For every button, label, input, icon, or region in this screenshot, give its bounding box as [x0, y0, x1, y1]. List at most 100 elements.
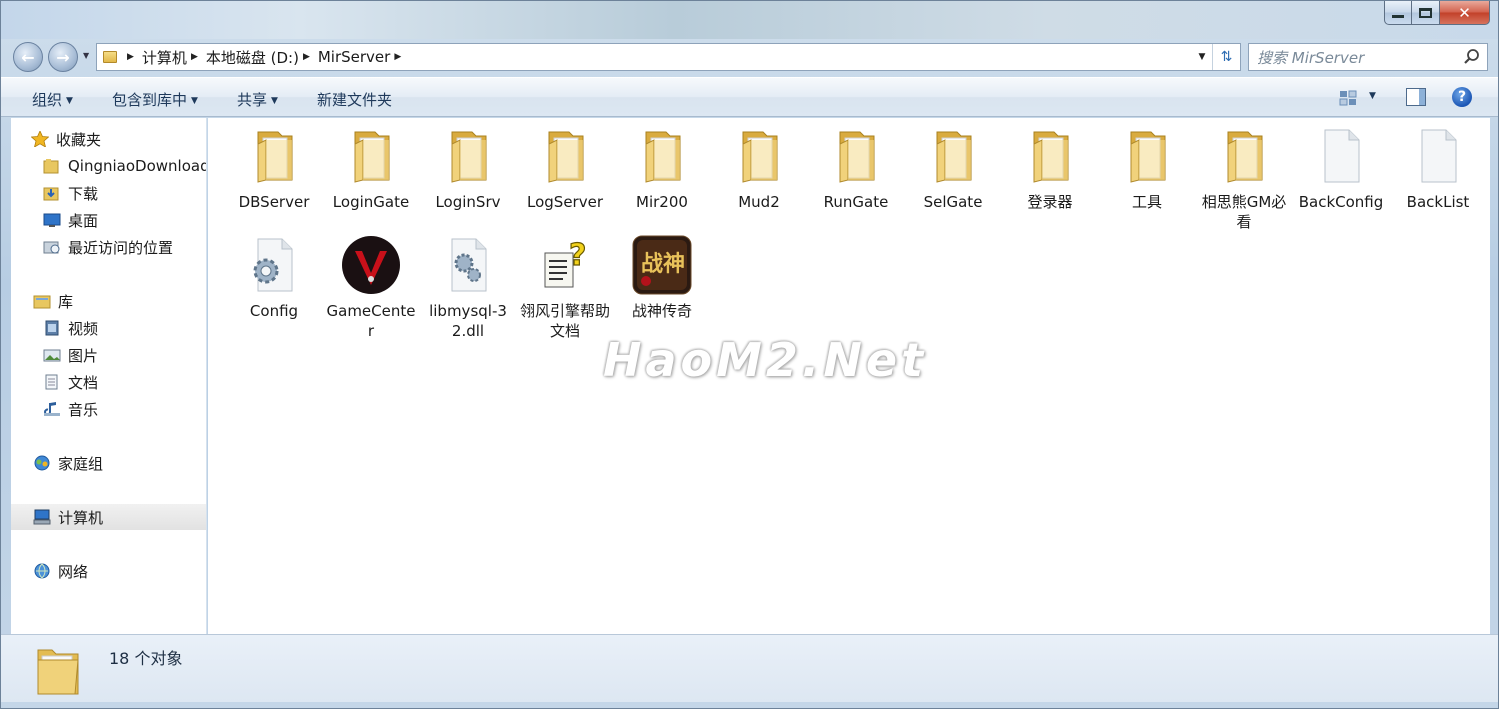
minimize-button[interactable] [1384, 1, 1412, 25]
chevron-down-icon: ▼ [191, 96, 198, 106]
folder-item[interactable]: Mir200 [617, 126, 707, 212]
help-icon: ? [1457, 89, 1467, 105]
dll-file-icon [438, 235, 498, 295]
refresh-button[interactable]: ⇅ [1212, 44, 1240, 70]
folder-item[interactable]: DBServer [229, 126, 319, 212]
network-icon [34, 563, 50, 579]
file-name-label: 登录器 [1027, 193, 1073, 211]
folder-icon [103, 51, 117, 63]
video-library-icon [45, 320, 59, 336]
nav-network[interactable]: 网络 [33, 558, 206, 584]
preview-pane-button[interactable] [1406, 88, 1426, 106]
homegroup-icon [34, 455, 50, 471]
nav-label: 图片 [68, 346, 99, 365]
file-name-label: RunGate [823, 193, 889, 211]
forward-button[interactable]: → [48, 42, 78, 72]
nav-pictures[interactable]: 图片 [43, 342, 206, 368]
folder-item[interactable]: 工具 [1102, 126, 1192, 212]
svg-text:?: ? [569, 238, 586, 273]
help-button[interactable]: ? [1452, 87, 1472, 107]
nav-qingniaodownload[interactable]: QingniaoDownload [43, 153, 206, 179]
nav-documents[interactable]: 文档 [43, 369, 206, 395]
folder-icon [43, 159, 59, 174]
view-options-dropdown[interactable]: ▼ [1369, 91, 1376, 101]
nav-label: 计算机 [58, 508, 104, 527]
maximize-button[interactable] [1412, 1, 1440, 25]
chevron-down-icon: ▼ [1198, 52, 1206, 62]
nav-homegroup[interactable]: 家庭组 [33, 450, 206, 476]
file-name-label: 翎风引擎帮助文档 [520, 302, 611, 340]
nav-videos[interactable]: 视频 [43, 315, 206, 341]
file-item[interactable]: BackList [1393, 126, 1483, 212]
details-pane: 18 个对象 [1, 634, 1498, 702]
folder-item[interactable]: SelGate [908, 126, 998, 212]
file-name-label: SelGate [923, 193, 983, 211]
include-in-library-menu[interactable]: 包含到库中 ▼ [112, 89, 198, 110]
view-options-icon[interactable] [1339, 89, 1357, 107]
title-bar[interactable]: ✕ [1, 1, 1498, 39]
file-name-label: LoginSrv [435, 193, 501, 211]
folder-icon [826, 126, 886, 186]
nav-downloads[interactable]: 下载 [43, 180, 206, 206]
arrow-right-icon: → [56, 47, 70, 67]
folder-item[interactable]: 相思熊GM必看 [1199, 126, 1289, 232]
nav-desktop[interactable]: 桌面 [43, 207, 206, 233]
computer-icon [33, 509, 51, 525]
file-name-label: BackConfig [1298, 193, 1384, 211]
search-input[interactable]: 搜索 MirServer [1257, 47, 1364, 68]
file-name-label: LoginGate [332, 193, 410, 211]
file-item[interactable]: BackConfig [1296, 126, 1386, 212]
file-item[interactable]: Config [229, 235, 319, 321]
file-item[interactable]: 战神 战神传奇 [617, 235, 707, 321]
address-bar[interactable]: ▶ 计算机 ▶ 本地磁盘 (D:) ▶ MirServer ▶ ▼ ⇅ [96, 43, 1241, 71]
nav-computer[interactable]: 计算机 [11, 504, 206, 530]
file-name-label: libmysql-32.dll [429, 302, 507, 340]
folder-item[interactable]: Mud2 [714, 126, 804, 212]
file-list[interactable]: DBServer LoginGate LoginSrv LogServer Mir200… [208, 118, 1490, 634]
chevron-right-icon[interactable]: ▶ [127, 52, 134, 62]
chevron-right-icon[interactable]: ▶ [191, 52, 198, 62]
minimize-icon [1392, 15, 1404, 18]
folder-icon [1214, 126, 1274, 186]
breadcrumb-mirserver[interactable]: MirServer [318, 48, 390, 66]
folder-item[interactable]: LoginGate [326, 126, 416, 212]
new-folder-label: 新建文件夹 [317, 91, 393, 109]
file-name-label: DBServer [238, 193, 310, 211]
pictures-library-icon [43, 349, 61, 362]
folder-icon [341, 126, 401, 186]
file-item[interactable]: libmysql-32.dll [423, 235, 513, 341]
nav-music[interactable]: 音乐 [43, 396, 206, 422]
file-item[interactable]: GameCenter [326, 235, 416, 341]
chevron-right-icon[interactable]: ▶ [394, 52, 401, 62]
file-item[interactable]: ? 翎风引擎帮助文档 [520, 235, 610, 341]
folder-item[interactable]: RunGate [811, 126, 901, 212]
share-menu[interactable]: 共享 ▼ [237, 89, 278, 110]
libraries-icon [33, 295, 51, 309]
search-icon[interactable] [1463, 48, 1481, 66]
close-button[interactable]: ✕ [1440, 1, 1490, 25]
folder-item[interactable]: LoginSrv [423, 126, 513, 212]
star-icon [31, 131, 49, 147]
folder-item[interactable]: 登录器 [1005, 126, 1095, 212]
explorer-window: ✕ ← → ▼ ▶ 计算机 ▶ 本地磁盘 (D:) ▶ MirServer ▶ … [0, 0, 1499, 709]
nav-favorites[interactable]: 收藏夹 [31, 126, 206, 152]
command-bar: 组织 ▼ 包含到库中 ▼ 共享 ▼ 新建文件夹 ▼ ? [1, 77, 1498, 117]
recent-pages-dropdown[interactable]: ▼ [83, 51, 89, 60]
address-dropdown[interactable]: ▼ [1194, 44, 1210, 70]
folder-icon [923, 126, 983, 186]
item-count: 18 个对象 [109, 649, 183, 668]
search-box[interactable]: 搜索 MirServer [1248, 43, 1488, 71]
address-row: ← → ▼ ▶ 计算机 ▶ 本地磁盘 (D:) ▶ MirServer ▶ ▼ … [1, 39, 1498, 75]
breadcrumb-computer[interactable]: 计算机 [142, 47, 187, 68]
back-button[interactable]: ← [13, 42, 43, 72]
watermark: HaoM2.Net [603, 333, 928, 387]
organize-menu[interactable]: 组织 ▼ [32, 89, 73, 110]
nav-recent-places[interactable]: 最近访问的位置 [43, 234, 206, 260]
folder-icon [438, 126, 498, 186]
chevron-right-icon[interactable]: ▶ [303, 52, 310, 62]
breadcrumb-drive-d[interactable]: 本地磁盘 (D:) [206, 47, 299, 68]
nav-libraries[interactable]: 库 [33, 288, 206, 314]
folder-item[interactable]: LogServer [520, 126, 610, 212]
file-name-label: 战神传奇 [631, 302, 692, 320]
new-folder-button[interactable]: 新建文件夹 [317, 89, 392, 110]
